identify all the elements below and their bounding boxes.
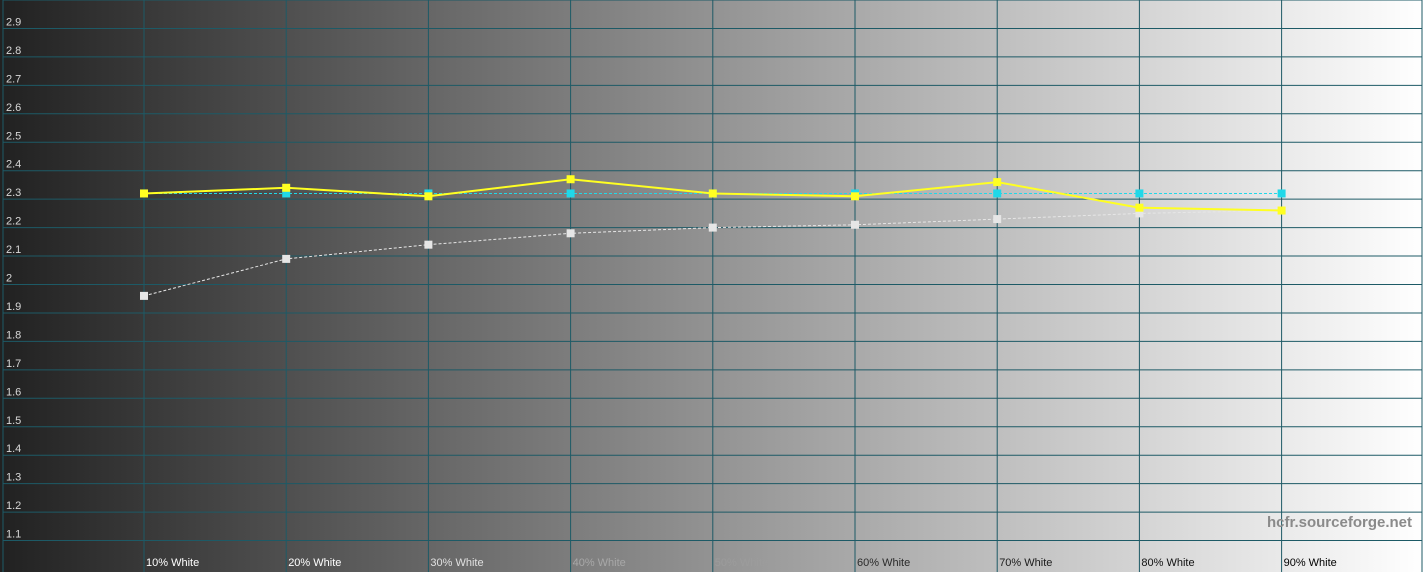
series-point-0 — [708, 189, 717, 198]
x-tick-label: 40% White — [573, 557, 626, 569]
series-point-2 — [708, 223, 717, 232]
y-tick-label: 2.6 — [6, 102, 21, 114]
y-tick-label: 1.5 — [6, 415, 21, 427]
x-tick-label: 90% White — [1284, 557, 1337, 569]
y-tick-label: 2.8 — [6, 45, 21, 57]
x-tick-label: 20% White — [288, 557, 341, 569]
x-tick-label: 60% White — [857, 557, 910, 569]
y-tick-label: 2.9 — [6, 16, 21, 28]
series-point-0 — [1135, 203, 1144, 212]
y-tick-label: 2 — [6, 273, 12, 285]
series-point-2 — [282, 254, 291, 263]
series-point-0 — [282, 183, 291, 192]
gamma-chart: 1.1 1.2 1.3 1.4 1.5 1.6 1.7 1.8 1.9 2 2.1 2.2 2.3 2.4… — [0, 0, 1424, 572]
series-point-2 — [993, 215, 1002, 224]
series-point-1 — [566, 189, 575, 198]
series-point-2 — [851, 220, 859, 229]
y-tick-label: 2.1 — [6, 244, 21, 256]
y-tick-label: 1.1 — [6, 529, 21, 541]
x-axis-ticks: 10% White 20% White 30% White 40% White 50% … — [146, 557, 1337, 569]
y-tick-label: 1.3 — [6, 472, 21, 484]
y-tick-label: 1.2 — [6, 500, 21, 512]
y-tick-label: 1.4 — [6, 443, 21, 455]
watermark-text: hcfr.sourceforge.net — [1267, 514, 1412, 531]
series-point-1 — [1135, 189, 1144, 198]
series-point-2 — [140, 291, 148, 300]
series-point-0 — [1277, 206, 1286, 215]
x-tick-label: 80% White — [1141, 557, 1194, 569]
series-point-0 — [993, 178, 1002, 187]
series-point-2 — [566, 229, 575, 238]
y-tick-label: 2.3 — [6, 187, 21, 199]
x-tick-label: 50% White — [715, 557, 768, 569]
y-tick-label: 1.6 — [6, 386, 21, 398]
x-tick-label: 10% White — [146, 557, 199, 569]
series-point-0 — [566, 175, 575, 184]
y-tick-label: 1.8 — [6, 329, 21, 341]
y-tick-label: 2.4 — [6, 159, 21, 171]
x-tick-label: 30% White — [430, 557, 483, 569]
series-point-0 — [851, 192, 859, 201]
series-point-0 — [140, 189, 148, 198]
y-tick-label: 1.9 — [6, 301, 21, 313]
x-tick-label: 70% White — [999, 557, 1052, 569]
y-tick-label: 2.2 — [6, 216, 21, 228]
series-point-0 — [424, 192, 433, 201]
series-point-1 — [993, 189, 1002, 198]
y-tick-label: 1.7 — [6, 358, 21, 370]
y-tick-label: 2.7 — [6, 73, 21, 85]
series-point-2 — [424, 240, 433, 249]
series-point-1 — [1277, 189, 1286, 198]
y-tick-label: 2.5 — [6, 130, 21, 142]
